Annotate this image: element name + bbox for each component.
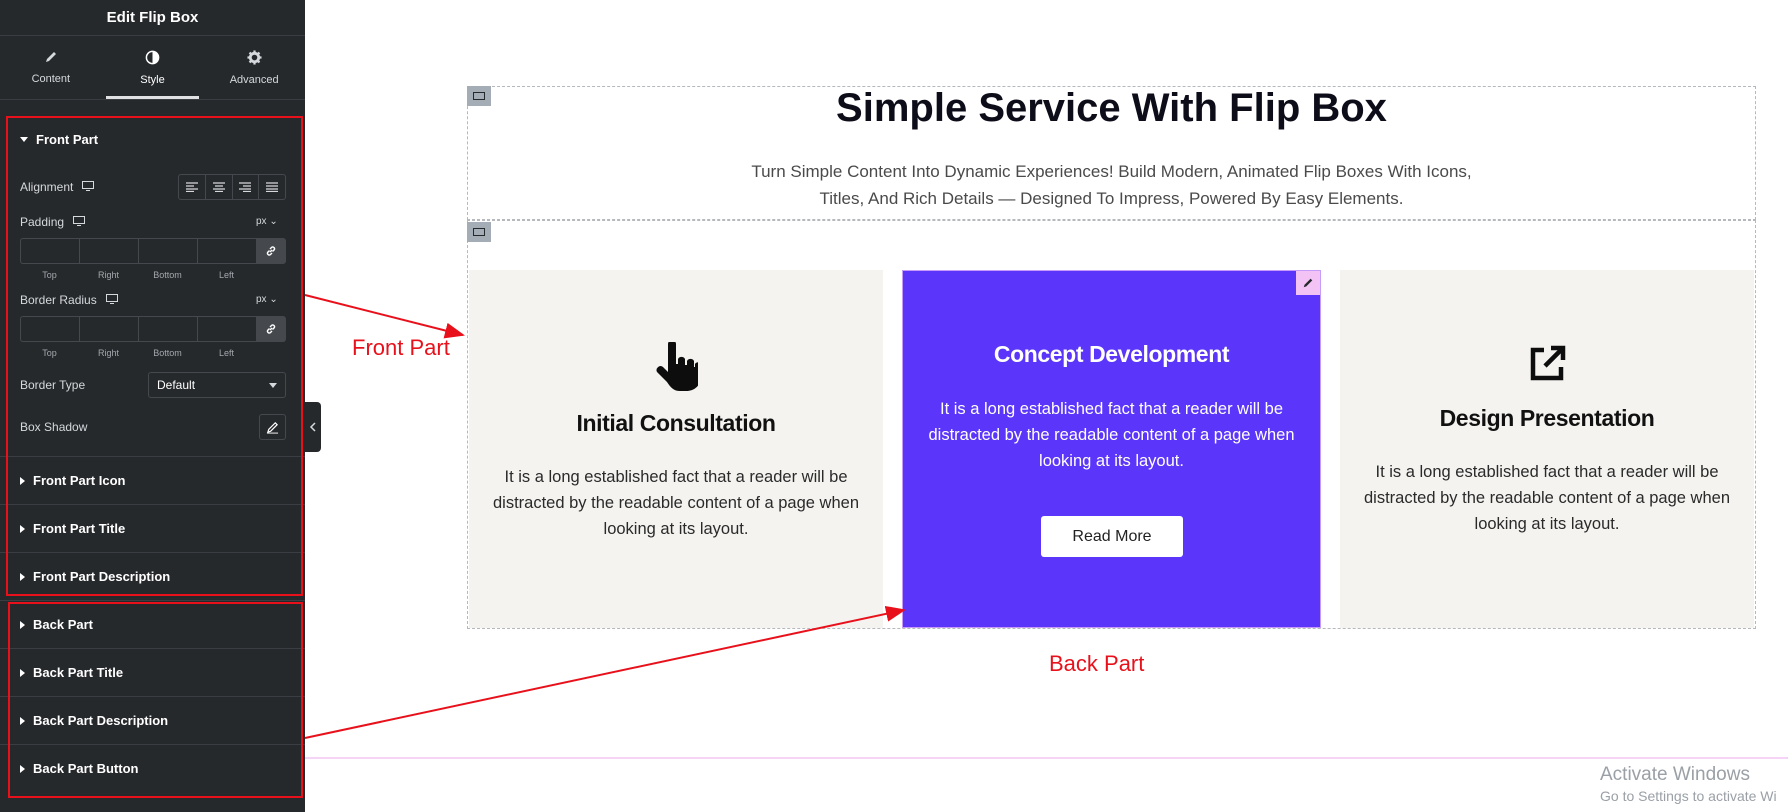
front-part-annotation: Front Part (352, 335, 450, 360)
annotation-arrows (304, 294, 906, 739)
windows-activation-watermark: Activate Windows Go to Settings to activ… (1600, 764, 1777, 804)
watermark-title: Activate Windows (1600, 764, 1750, 785)
section-divider (305, 757, 1788, 759)
back-part-arrow (304, 605, 906, 739)
front-part-arrow (304, 294, 465, 339)
back-part-annotation: Back Part (1049, 651, 1145, 676)
watermark-subtitle: Go to Settings to activate Wi (1600, 788, 1777, 804)
